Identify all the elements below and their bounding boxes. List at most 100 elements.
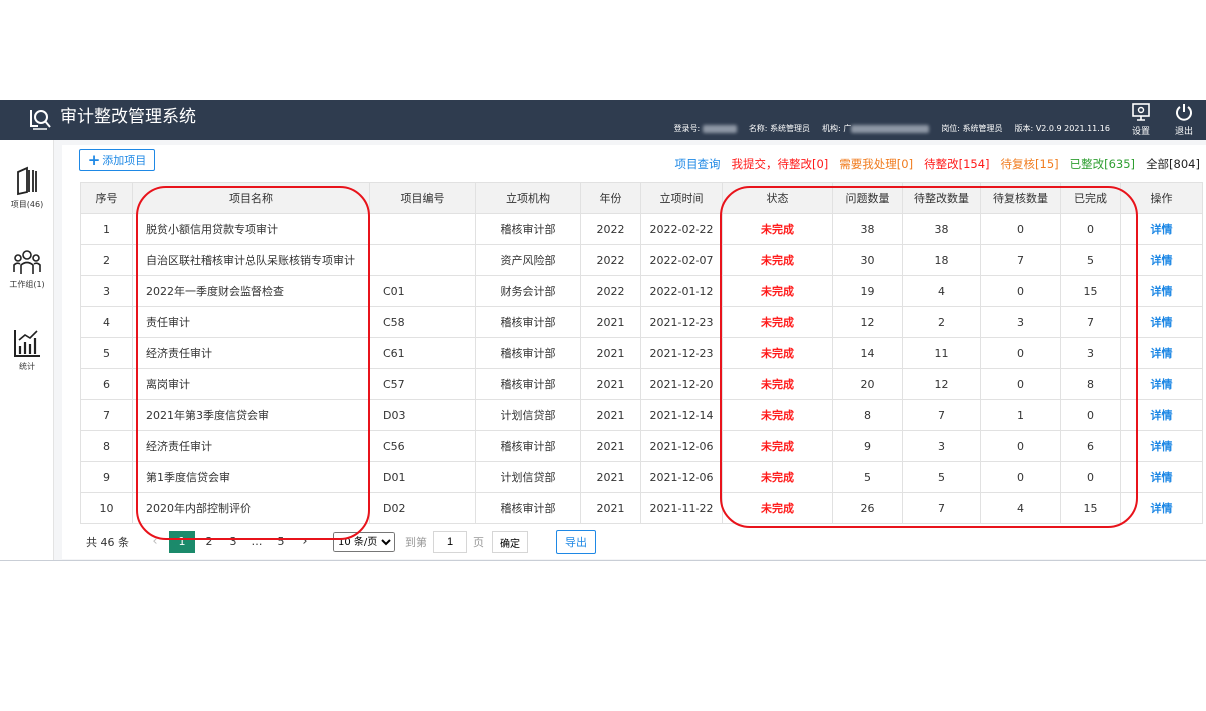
cell-org: 财务会计部 (475, 275, 581, 307)
cell-status: 未完成 (722, 399, 833, 431)
table-row: 2 自治区联社稽核审计总队呆账核销专项审计 资产风险部 2022 2022-02-07 未… (80, 244, 1203, 276)
cell-status: 未完成 (722, 430, 833, 462)
cell-pending: 7 (902, 399, 981, 431)
sidebar-item-statistics[interactable]: 统计 (0, 328, 54, 372)
col-header: 待整改数量 (902, 182, 981, 214)
cell-no: 10 (80, 492, 133, 524)
export-button[interactable]: 导出 (556, 530, 596, 554)
goto-label: 到第 (405, 536, 427, 549)
cell-review: 0 (980, 275, 1061, 307)
filter-need-my-action[interactable]: 需要我处理[0] (839, 156, 913, 172)
logout-button[interactable]: 退出 (1169, 102, 1199, 140)
cell-name: 经济责任审计 (132, 337, 370, 369)
bottom-divider (0, 560, 1206, 561)
cell-code (369, 244, 476, 276)
post-info: 岗位: 系统管理员 (941, 124, 1003, 133)
filter-pending-review[interactable]: 待复核[15] (1001, 156, 1059, 172)
cell-year: 2022 (580, 244, 641, 276)
cell-year: 2022 (580, 213, 641, 245)
page-size-select[interactable]: 10 条/页 (333, 532, 395, 552)
table-row: 6 离岗审计 C57 稽核审计部 2021 2021-12-20 未完成 20 12 0 8 详情 (80, 368, 1203, 400)
prev-page-icon[interactable]: ‹ (145, 531, 165, 553)
cell-action[interactable]: 详情 (1120, 213, 1203, 245)
confirm-button[interactable]: 确定 (492, 531, 528, 553)
cell-year: 2022 (580, 275, 641, 307)
cell-done: 0 (1060, 399, 1121, 431)
cell-action[interactable]: 详情 (1120, 368, 1203, 400)
page-3[interactable]: 3 (223, 531, 243, 553)
add-project-button[interactable]: + 添加项目 (79, 149, 155, 171)
cell-action[interactable]: 详情 (1120, 492, 1203, 524)
cell-action[interactable]: 详情 (1120, 306, 1203, 338)
cell-code: C01 (369, 275, 476, 307)
goto-page-input[interactable] (433, 531, 467, 553)
cell-review: 0 (980, 213, 1061, 245)
page-2[interactable]: 2 (199, 531, 219, 553)
next-page-icon[interactable]: › (295, 531, 315, 553)
cell-org: 稽核审计部 (475, 430, 581, 462)
app-title: 审计整改管理系统 (60, 107, 196, 127)
page-1[interactable]: 1 (169, 531, 195, 553)
cell-issues: 38 (832, 213, 903, 245)
filter-pending-rectify[interactable]: 待整改[154] (924, 156, 989, 172)
sidebar-item-projects[interactable]: 项目(46) (0, 166, 54, 210)
cell-date: 2022-01-12 (640, 275, 723, 307)
cell-action[interactable]: 详情 (1120, 461, 1203, 493)
cell-pending: 12 (902, 368, 981, 400)
cell-year: 2021 (580, 306, 641, 338)
cell-review: 7 (980, 244, 1061, 276)
cell-done: 8 (1060, 368, 1121, 400)
filter-project-search[interactable]: 项目查询 (674, 156, 720, 172)
redacted-org (851, 124, 930, 133)
cell-action[interactable]: 详情 (1120, 275, 1203, 307)
cell-no: 7 (80, 399, 133, 431)
cell-done: 5 (1060, 244, 1121, 276)
cell-code: D02 (369, 492, 476, 524)
cell-name: 脱贫小额信用贷款专项审计 (132, 213, 370, 245)
group-icon (13, 250, 41, 274)
cell-name: 2020年内部控制评价 (132, 492, 370, 524)
col-header: 状态 (722, 182, 833, 214)
cell-code: C58 (369, 306, 476, 338)
cell-name: 2021年第3季度信贷会审 (132, 399, 370, 431)
login-info: 登录号: (674, 123, 737, 134)
cell-action[interactable]: 详情 (1120, 399, 1203, 431)
page-unit: 页 (473, 536, 484, 549)
cell-org: 稽核审计部 (475, 213, 581, 245)
cell-year: 2021 (580, 399, 641, 431)
page-5[interactable]: 5 (271, 531, 291, 553)
status-filters: 项目查询 我提交，待整改[0] 需要我处理[0] 待整改[154] 待复核[15… (674, 156, 1200, 172)
cell-name: 第1季度信贷会审 (132, 461, 370, 493)
filter-rectified[interactable]: 已整改[635] (1070, 156, 1135, 172)
cell-issues: 8 (832, 399, 903, 431)
cell-status: 未完成 (722, 461, 833, 493)
table-row: 7 2021年第3季度信贷会审 D03 计划信贷部 2021 2021-12-14 未完成 8… (80, 399, 1203, 431)
cell-done: 0 (1060, 213, 1121, 245)
org-info: 机构: 广 (822, 123, 930, 134)
app-window: 审计整改管理系统 登录号: 名称: 系统管理员 机构: 广 岗位: 系统管理员 … (0, 100, 1206, 561)
table-row: 5 经济责任审计 C61 稽核审计部 2021 2021-12-23 未完成 14 11 0 3 详情 (80, 337, 1203, 369)
table-header: 序号 项目名称 项目编号 立项机构 年份 立项时间 状态 问题数量 待整改数量 … (80, 182, 1203, 214)
settings-button[interactable]: 设置 (1126, 102, 1156, 140)
col-header: 序号 (80, 182, 133, 214)
sidebar: 项目(46) 工作组(1) 统计 (0, 140, 54, 561)
col-header: 立项机构 (475, 182, 581, 214)
cell-no: 2 (80, 244, 133, 276)
page-ellipsis[interactable]: … (247, 531, 267, 553)
monitor-gear-icon (1132, 103, 1150, 121)
cell-action[interactable]: 详情 (1120, 430, 1203, 462)
cell-action[interactable]: 详情 (1120, 244, 1203, 276)
filter-my-submitted[interactable]: 我提交，待整改[0] (731, 156, 828, 172)
cell-status: 未完成 (722, 492, 833, 524)
sidebar-item-workgroup[interactable]: 工作组(1) (0, 248, 54, 290)
cell-review: 3 (980, 306, 1061, 338)
cell-issues: 9 (832, 430, 903, 462)
cell-code (369, 213, 476, 245)
cell-pending: 4 (902, 275, 981, 307)
cell-action[interactable]: 详情 (1120, 337, 1203, 369)
cell-issues: 5 (832, 461, 903, 493)
cell-review: 4 (980, 492, 1061, 524)
filter-all[interactable]: 全部[804] (1146, 156, 1200, 172)
cell-no: 5 (80, 337, 133, 369)
cell-year: 2021 (580, 492, 641, 524)
